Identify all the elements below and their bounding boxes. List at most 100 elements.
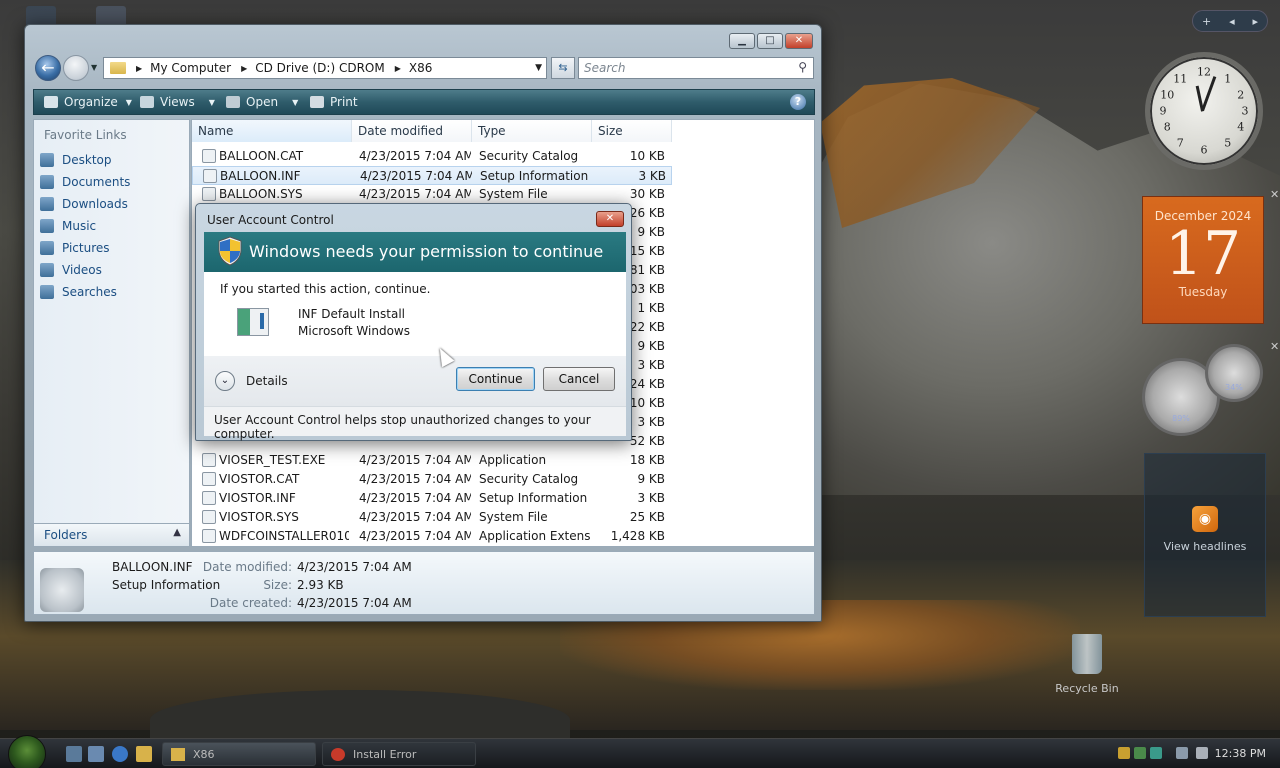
next-gadget-icon[interactable]: ▸ <box>1253 15 1259 28</box>
sidebar-controls[interactable]: + ◂ ▸ <box>1192 10 1268 32</box>
tray-icon[interactable] <box>1134 747 1146 759</box>
chevron-right-icon[interactable]: ▶ <box>241 64 247 73</box>
chevron-right-icon[interactable]: ▶ <box>136 64 142 73</box>
setup-file-icon <box>40 568 84 612</box>
nav-item-videos[interactable]: Videos <box>40 260 102 280</box>
recycle-bin[interactable]: Recycle Bin <box>1054 634 1120 695</box>
table-row[interactable]: BALLOON.INF 4/23/2015 7:04 AM Setup Inform… <box>192 166 672 185</box>
file-icon <box>202 453 216 467</box>
table-row[interactable]: BALLOON.CAT 4/23/2015 7:04 AM Security Cat… <box>192 147 672 166</box>
breadcrumb-cd-drive[interactable]: CD Drive (D:) CDROM <box>255 61 384 75</box>
help-icon[interactable]: ? <box>790 94 806 110</box>
taskbar-item-install-error[interactable]: Install Error <box>322 742 476 766</box>
prev-gadget-icon[interactable]: ◂ <box>1229 15 1235 28</box>
folders-label: Folders <box>44 528 88 542</box>
network-icon[interactable] <box>1176 747 1188 759</box>
feed-headlines-gadget[interactable]: ◉ View headlines <box>1144 453 1266 617</box>
cell-size: 1,428 KB <box>610 529 665 543</box>
table-row[interactable]: VIOSTOR.CAT 4/23/2015 7:04 AM Security Cat… <box>192 470 672 489</box>
chevron-right-icon[interactable]: ▶ <box>395 64 401 73</box>
continue-button[interactable]: Continue <box>456 367 535 391</box>
print-button[interactable]: Print <box>310 95 358 109</box>
details-label[interactable]: Details <box>246 374 288 388</box>
switch-windows-icon[interactable] <box>88 746 104 762</box>
close-icon[interactable]: ✕ <box>1270 188 1279 201</box>
file-icon <box>202 149 216 163</box>
tray-icon[interactable] <box>1118 747 1130 759</box>
cancel-button[interactable]: Cancel <box>543 367 615 391</box>
organize-label: Organize <box>64 95 118 109</box>
start-button[interactable] <box>8 735 46 768</box>
column-header-date[interactable]: Date modified <box>352 120 472 142</box>
organize-icon <box>44 96 58 108</box>
navigation-bar: ← ▼ ▶ My Computer ▶ CD Drive (D:) CDROM ▶ X… <box>33 55 815 83</box>
organize-button[interactable]: Organize ▼ <box>44 95 132 109</box>
breadcrumb-x86[interactable]: X86 <box>409 61 433 75</box>
cell-date: 4/23/2015 7:04 AM <box>359 510 471 524</box>
recycle-bin-icon <box>1072 634 1102 674</box>
chevron-up-icon: ▲ <box>173 527 181 538</box>
nav-item-searches[interactable]: Searches <box>40 282 117 302</box>
maximize-button[interactable]: □ <box>757 33 783 49</box>
cell-name: VIOSTOR.CAT <box>219 472 300 486</box>
cell-type: Setup Information <box>479 491 588 505</box>
cell-name: VIOSTOR.SYS <box>219 510 299 524</box>
clock-time[interactable]: 12:38 PM <box>1215 747 1266 760</box>
music-icon <box>40 219 54 233</box>
table-row[interactable]: BALLOON.SYS 4/23/2015 7:04 AM System File 3… <box>192 185 672 204</box>
column-header-size[interactable]: Size <box>592 120 672 142</box>
folder-icon <box>110 62 126 74</box>
table-row[interactable]: VIOSER_TEST.EXE 4/23/2015 7:04 AM Applicat… <box>192 451 672 470</box>
search-input[interactable]: Search ⚲ <box>578 57 814 79</box>
folder-icon <box>171 748 185 761</box>
open-button[interactable]: Open ▼ <box>226 95 298 109</box>
nav-item-music[interactable]: Music <box>40 216 96 236</box>
views-button[interactable]: Views ▼ <box>140 95 215 109</box>
address-dropdown-icon[interactable]: ▼ <box>535 63 542 73</box>
cell-size: 25 KB <box>629 510 665 524</box>
show-desktop-icon[interactable] <box>66 746 82 762</box>
details-expand-button[interactable]: ⌄ <box>215 371 235 391</box>
forward-button[interactable] <box>63 55 89 81</box>
close-icon[interactable]: ✕ <box>1270 340 1279 353</box>
uac-dialog[interactable]: User Account Control ✕ Windows needs you… <box>195 203 632 441</box>
memory-meter-gadget[interactable]: 34% <box>1205 344 1263 402</box>
printer-icon <box>310 96 324 108</box>
close-button[interactable]: ✕ <box>596 211 624 227</box>
table-row[interactable]: WDFCOINSTALLER010... 4/23/2015 7:04 AM App… <box>192 527 672 546</box>
add-gadget-icon[interactable]: + <box>1202 15 1211 28</box>
nav-item-downloads[interactable]: Downloads <box>40 194 128 214</box>
command-toolbar: Organize ▼ Views ▼ Open ▼ Print ? <box>33 89 815 115</box>
address-bar[interactable]: ▶ My Computer ▶ CD Drive (D:) CDROM ▶ X86 ▼ <box>103 57 547 79</box>
volume-icon[interactable] <box>1196 747 1208 759</box>
back-button[interactable]: ← <box>35 55 61 81</box>
calendar-weekday: Tuesday <box>1178 285 1228 299</box>
view-headlines-link[interactable]: View headlines <box>1145 540 1265 553</box>
nav-item-pictures[interactable]: Pictures <box>40 238 110 258</box>
nav-label: Pictures <box>62 241 110 255</box>
taskbar-item-x86[interactable]: X86 <box>162 742 316 766</box>
details-created-label: Date created: <box>209 596 292 610</box>
table-row[interactable]: VIOSTOR.SYS 4/23/2015 7:04 AM System File 2… <box>192 508 672 527</box>
cell-type: Security Catalog <box>479 472 579 486</box>
nav-item-desktop[interactable]: Desktop <box>40 150 112 170</box>
recent-pages-dropdown[interactable]: ▼ <box>91 63 97 72</box>
cell-size: 3 KB <box>638 169 666 183</box>
refresh-button[interactable]: ⇆ <box>551 57 575 79</box>
nav-item-documents[interactable]: Documents <box>40 172 130 192</box>
clock-gadget[interactable]: 12 1 2 3 4 5 6 7 8 9 10 11 <box>1145 52 1263 170</box>
column-header-name[interactable]: Name <box>192 120 352 142</box>
nav-label: Searches <box>62 285 117 299</box>
search-icon[interactable]: ⚲ <box>798 60 807 74</box>
column-header-type[interactable]: Type <box>472 120 592 142</box>
calendar-day: 17 <box>1164 219 1242 289</box>
calendar-gadget[interactable]: December 2024 17 Tuesday <box>1142 196 1264 324</box>
table-row[interactable]: VIOSTOR.INF 4/23/2015 7:04 AM Setup Inform… <box>192 489 672 508</box>
close-button[interactable]: ✕ <box>785 33 813 49</box>
breadcrumb-my-computer[interactable]: My Computer <box>150 61 231 75</box>
minimize-button[interactable]: ▁ <box>729 33 755 49</box>
tray-icon[interactable] <box>1150 747 1162 759</box>
folders-toggle[interactable]: Folders ▲ <box>33 523 190 547</box>
media-player-icon[interactable] <box>136 746 152 762</box>
internet-explorer-icon[interactable] <box>112 746 128 762</box>
